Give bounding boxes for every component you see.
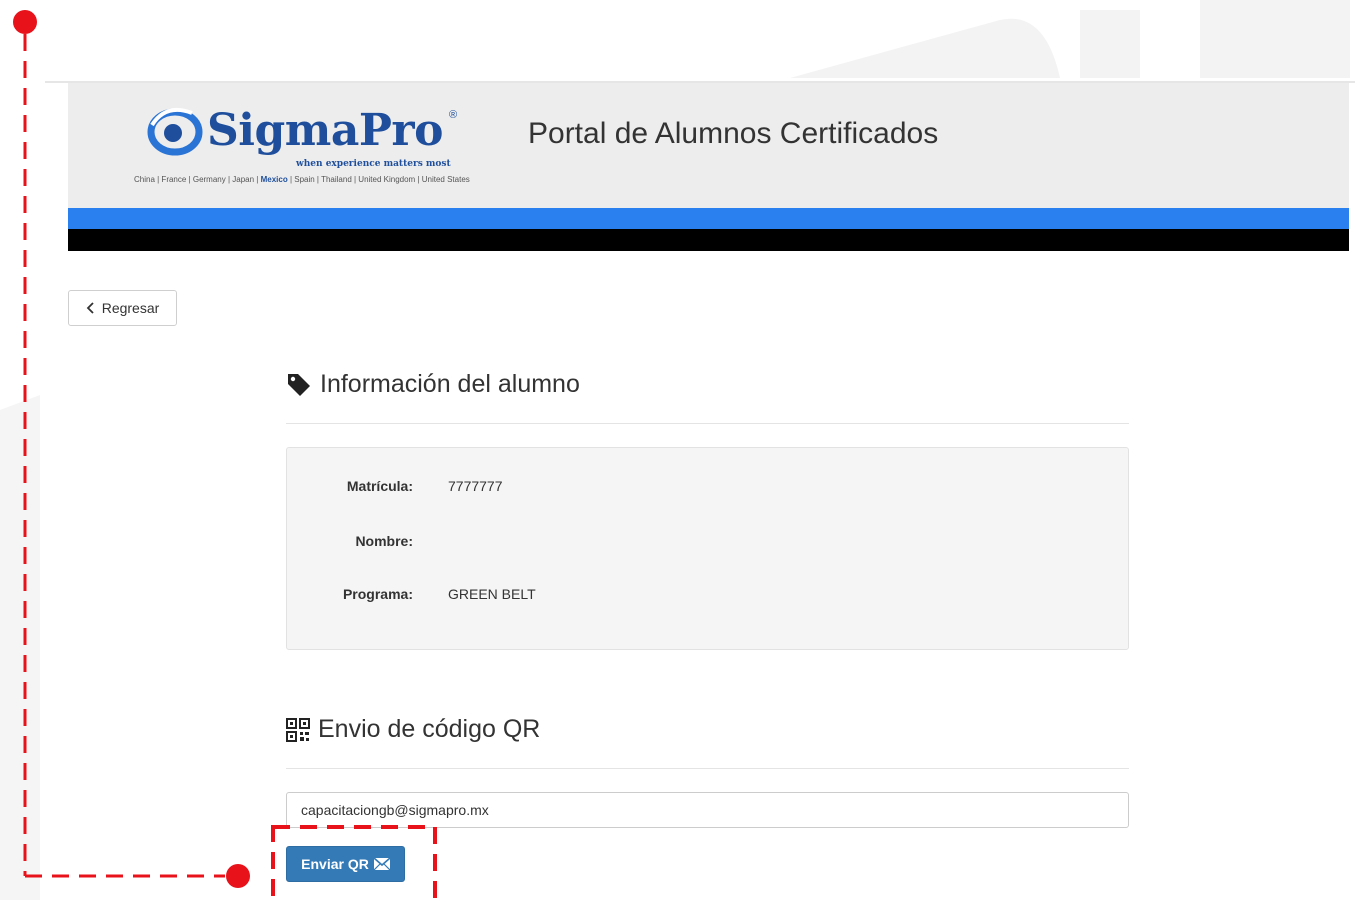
- student-info-heading: Información del alumno: [286, 370, 580, 399]
- back-button[interactable]: Regresar: [68, 290, 177, 326]
- send-qr-label: Enviar QR: [301, 856, 369, 872]
- section-divider: [286, 423, 1129, 424]
- envelope-icon: [373, 858, 390, 870]
- logo-tagline: when experience matters most: [296, 159, 451, 169]
- site-header: SigmaPro ® when experience matters most …: [68, 83, 1349, 208]
- nombre-label: Nombre:: [355, 533, 413, 549]
- send-qr-button[interactable]: Enviar QR: [286, 846, 405, 882]
- back-button-label: Regresar: [101, 300, 160, 316]
- student-info-panel: Matrícula: 7777777 Nombre: Programa: GRE…: [286, 447, 1129, 650]
- qrcode-icon: [286, 717, 310, 742]
- chevron-left-icon: [86, 302, 94, 314]
- programa-label: Programa:: [342, 586, 413, 602]
- header-blue-band: [68, 208, 1349, 229]
- sigmapro-logo[interactable]: SigmaPro ® when experience matters most …: [134, 93, 494, 188]
- sigmapro-logo-mark-icon: [147, 108, 203, 156]
- logo-countries: China | France | Germany | Japan | Mexic…: [134, 175, 470, 184]
- portal-title: Portal de Alumnos Certificados: [528, 117, 939, 150]
- section-divider: [286, 768, 1129, 769]
- tag-icon: [288, 373, 310, 396]
- student-info-title: Información del alumno: [320, 370, 580, 398]
- logo-registered-mark: ®: [449, 109, 458, 121]
- qr-send-heading: Envio de código QR: [286, 715, 540, 744]
- logo-wordmark: SigmaPro: [207, 105, 443, 156]
- qr-send-title: Envio de código QR: [318, 715, 541, 743]
- header-black-band: [68, 229, 1349, 251]
- email-input[interactable]: [286, 792, 1129, 828]
- programa-value: GREEN BELT: [448, 586, 536, 602]
- matricula-value: 7777777: [448, 478, 503, 494]
- matricula-label: Matrícula:: [346, 478, 413, 494]
